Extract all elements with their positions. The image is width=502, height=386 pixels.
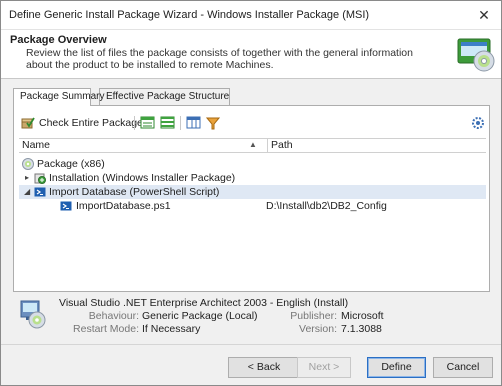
behaviour-value: Generic Package (Local) [142,310,258,322]
close-icon[interactable]: ✕ [475,6,493,24]
cancel-button[interactable]: Cancel [433,357,493,378]
collapse-all-icon[interactable] [160,113,176,133]
toolbar-separator [180,116,181,130]
sort-ascending-icon: ▲ [249,140,257,149]
check-entire-package-label: Check Entire Package [39,117,143,129]
package-summary-panel: Check Entire Package Name ▲ Path Package… [13,105,490,292]
column-separator[interactable] [267,139,268,152]
powershell-file-icon [60,201,72,211]
version-label: Version: [299,323,337,335]
page-title: Package Overview [10,34,107,46]
row-name: Installation (Windows Installer Package) [49,172,236,184]
install-package-icon [457,38,495,72]
filter-icon[interactable] [206,113,220,133]
page-description: Review the list of files the package con… [26,47,413,71]
define-button[interactable]: Define [367,357,426,378]
product-package-icon [20,300,46,329]
toolbar: Check Entire Package [19,113,485,135]
row-name: Package (x86) [37,158,105,170]
row-path: D:\Install\db2\DB2_Config [266,200,387,212]
check-package-icon [21,117,35,129]
back-button[interactable]: < Back [228,357,300,378]
window-title: Define Generic Install Package Wizard - … [9,9,370,21]
publisher-value: Microsoft [341,310,384,322]
behaviour-label: Behaviour: [88,310,139,322]
product-title: Visual Studio .NET Enterprise Architect … [59,297,349,309]
package-details: Visual Studio .NET Enterprise Architect … [13,295,490,339]
tab-effective-package-structure[interactable]: Effective Package Structure [99,88,230,105]
restart-mode-label: Restart Mode: [73,323,139,335]
wizard-header: Package Overview Review the list of file… [1,29,501,79]
title-bar: Define Generic Install Package Wizard - … [1,1,501,29]
column-header-name[interactable]: Name [22,139,50,152]
installer-icon [34,173,46,184]
package-icon [22,158,34,170]
tree-row-importdatabase-ps1[interactable]: ImportDatabase.ps1 D:\Install\db2\DB2_Co… [19,199,486,213]
publisher-label: Publisher: [290,310,337,322]
row-name: ImportDatabase.ps1 [76,200,171,212]
check-entire-package-button[interactable]: Check Entire Package [21,113,143,133]
row-name: Import Database (PowerShell Script) [49,186,220,198]
wizard-window: Define Generic Install Package Wizard - … [0,0,502,386]
columns-icon[interactable] [186,113,202,133]
restart-mode-value: If Necessary [142,323,201,335]
tab-package-summary[interactable]: Package Summary [13,88,104,106]
next-button[interactable]: Next > [297,357,351,378]
collapse-arrow-icon[interactable]: ◢ [24,185,30,199]
toolbar-separator [134,116,135,130]
footer-divider [1,344,501,345]
expand-arrow-icon[interactable]: ▸ [25,171,29,185]
version-value: 7.1.3088 [341,323,382,335]
grid-header: Name ▲ Path [19,138,486,153]
expand-all-icon[interactable] [140,113,156,133]
tree-row-installation[interactable]: ▸ Installation (Windows Installer Packag… [19,171,486,185]
tree-row-import-database[interactable]: ◢ Import Database (PowerShell Script) [19,185,486,199]
tree-row-package[interactable]: Package (x86) [19,157,486,171]
settings-icon[interactable] [471,113,485,133]
column-header-path[interactable]: Path [271,139,293,152]
powershell-icon [34,187,46,197]
